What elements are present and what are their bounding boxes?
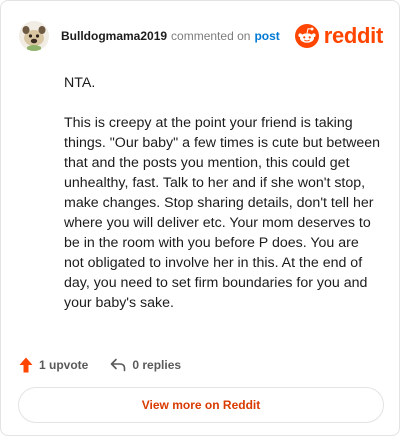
reddit-brand[interactable]: reddit (294, 19, 384, 53)
reply-count: 0 replies (132, 358, 182, 372)
reply-arrow-icon (111, 358, 126, 372)
reddit-snoo-icon (294, 24, 319, 48)
post-link[interactable]: post (254, 29, 279, 43)
bulldog-avatar-icon[interactable] (19, 21, 49, 51)
comment-embed-card: Bulldogmama2019 commented on post reddit… (0, 0, 400, 436)
comment-body: NTA. This is creepy at the point your fr… (64, 73, 382, 333)
replies-button[interactable]: 0 replies (110, 358, 181, 372)
comment-paragraph: NTA. (64, 75, 96, 91)
upvote-count: 1 upvote (39, 358, 89, 372)
comment-header: Bulldogmama2019 commented on post reddit (19, 19, 383, 53)
comment-paragraph: This is creepy at the point your friend … (64, 115, 381, 311)
reddit-wordmark: reddit (323, 23, 384, 48)
author-name[interactable]: Bulldogmama2019 (61, 29, 167, 43)
upvote-arrow-icon (19, 357, 33, 373)
comment-actions: 1 upvote 0 replies (19, 355, 181, 375)
comment-meta: Bulldogmama2019 commented on post (61, 29, 280, 43)
view-more-button[interactable]: View more on Reddit (18, 387, 384, 423)
commented-on-label: commented on (171, 29, 251, 43)
upvote-button[interactable]: 1 upvote (19, 357, 88, 373)
